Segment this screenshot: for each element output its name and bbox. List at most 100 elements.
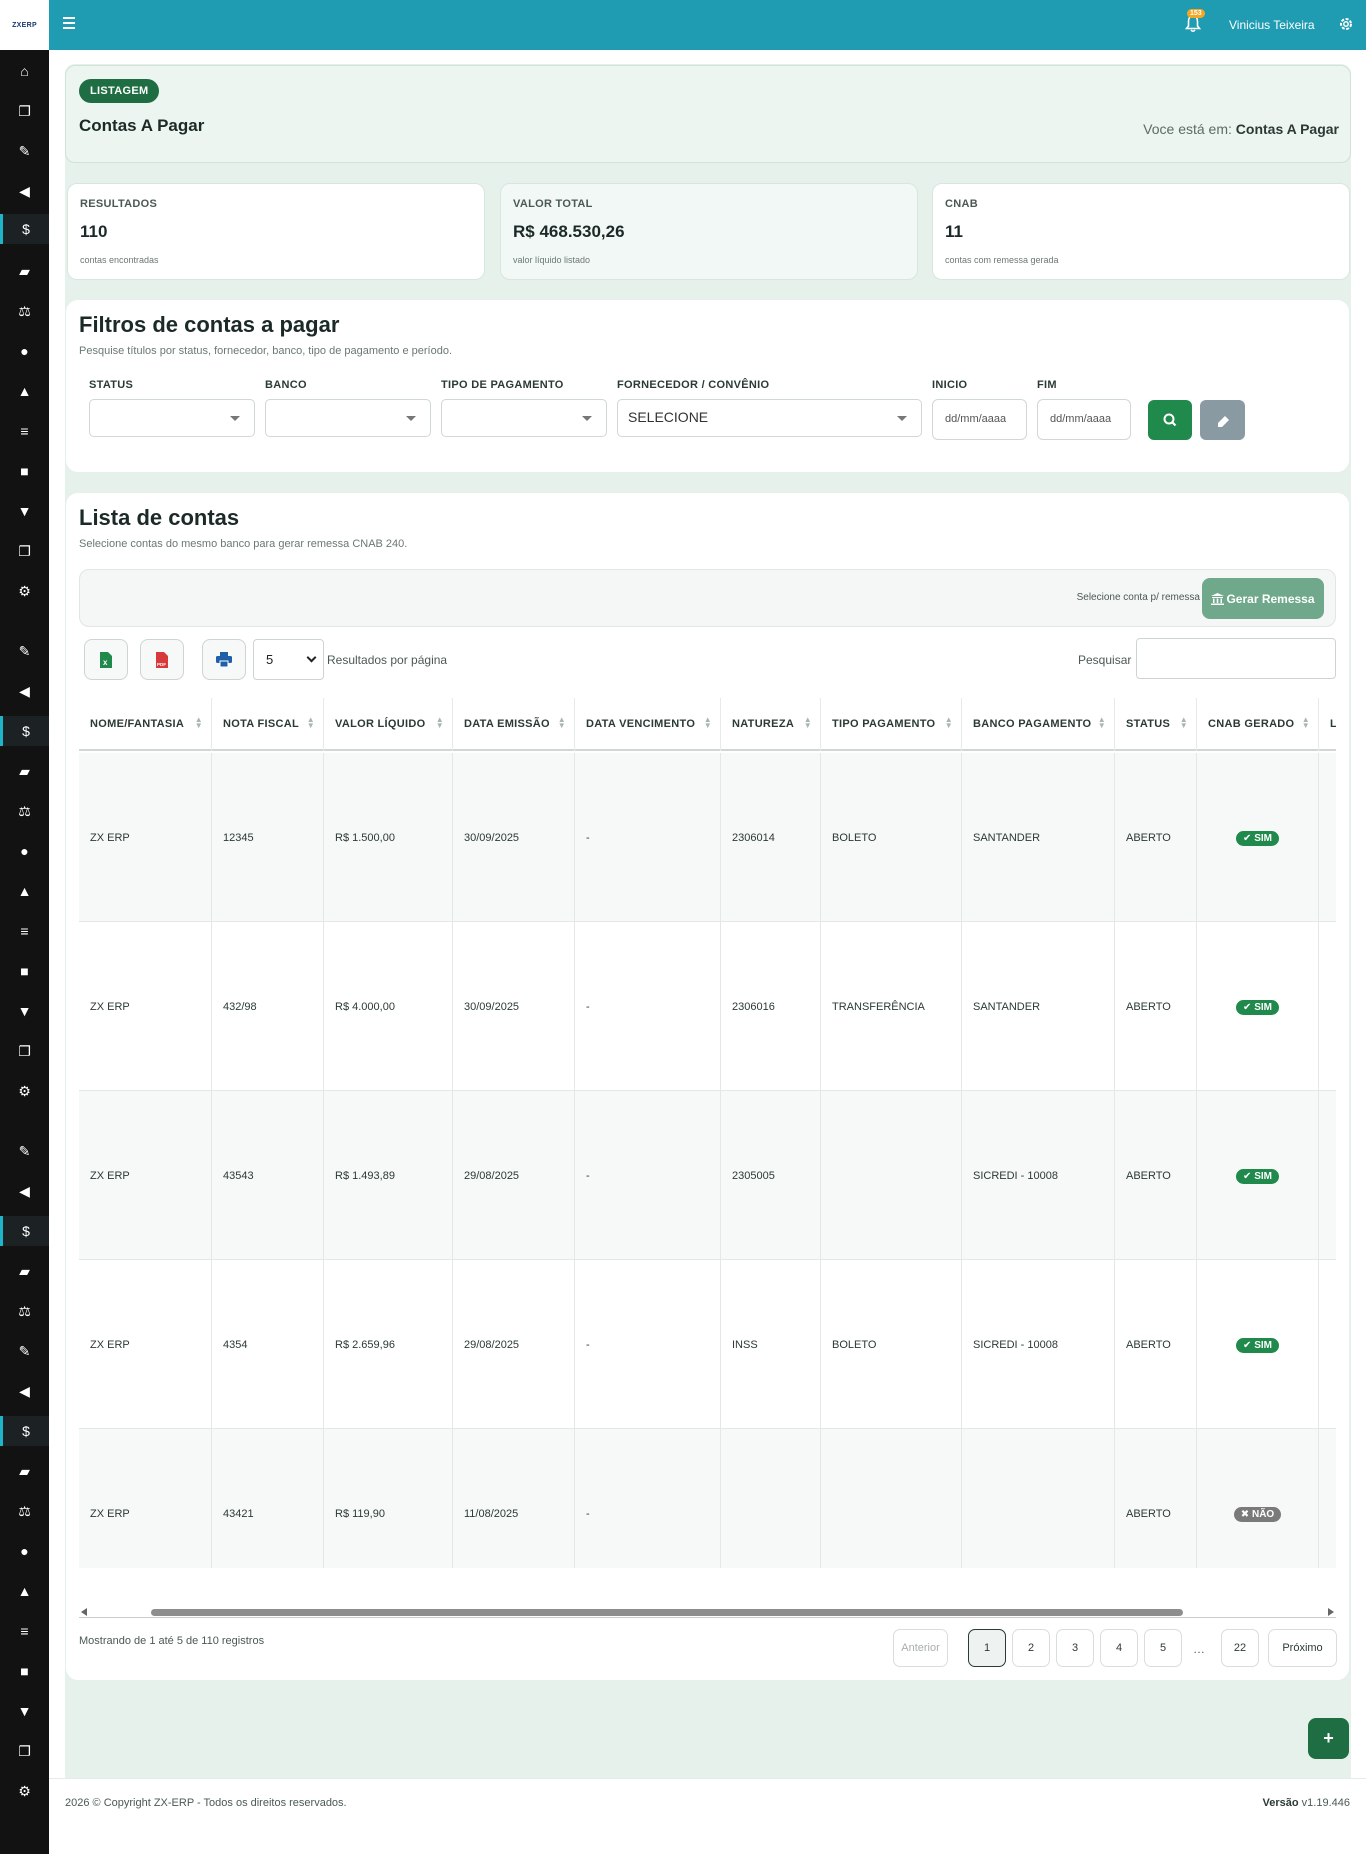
globe-icon[interactable]: ● xyxy=(0,836,49,866)
files-icon[interactable]: ❐ xyxy=(0,1736,49,1766)
scroll-thumb[interactable] xyxy=(151,1609,1183,1616)
sort-icon[interactable]: ▲ ▼ xyxy=(195,716,203,730)
column-header[interactable]: CNAB GERADO ▲ ▼ xyxy=(1197,698,1319,751)
column-header[interactable]: NATUREZA ▲ ▼ xyxy=(721,698,821,751)
search-button[interactable] xyxy=(1148,400,1192,440)
pagination-page-3[interactable]: 3 xyxy=(1056,1629,1094,1667)
sort-icon[interactable]: ▲ ▼ xyxy=(945,716,953,730)
gear-icon[interactable] xyxy=(1338,16,1354,32)
dollar-icon[interactable]: $ xyxy=(0,1416,49,1446)
lock-icon[interactable]: ■ xyxy=(0,456,49,486)
column-header[interactable]: TIPO PAGAMENTO ▲ ▼ xyxy=(821,698,962,751)
list-icon[interactable]: ≡ xyxy=(0,1616,49,1646)
scale-icon[interactable]: ⚖ xyxy=(0,296,49,326)
column-header[interactable]: DATA VENCIMENTO ▲ ▼ xyxy=(575,698,721,751)
sort-icon[interactable]: ▲ ▼ xyxy=(704,716,712,730)
globe-icon[interactable]: ● xyxy=(0,1536,49,1566)
column-header[interactable]: NOME/FANTASIA ▲ ▼ xyxy=(79,698,212,751)
print-button[interactable] xyxy=(202,639,246,680)
pagination-page-last[interactable]: 22 xyxy=(1221,1629,1259,1667)
gear-icon[interactable]: ⚙ xyxy=(0,576,49,606)
inicio-date-input[interactable]: dd/mm/aaaa xyxy=(932,399,1027,440)
column-header[interactable]: DATA EMISSÃO ▲ ▼ xyxy=(453,698,575,751)
pagination-page-5[interactable]: 5 xyxy=(1144,1629,1182,1667)
tipo-pagamento-select[interactable] xyxy=(441,399,607,437)
graduation-icon[interactable]: ▼ xyxy=(0,1696,49,1726)
table-row[interactable]: ZX ERP 432/98 R$ 4.000,00 30/09/2025-230601… xyxy=(79,922,1336,1091)
sort-icon[interactable]: ▲ ▼ xyxy=(558,716,566,730)
pagination-page-2[interactable]: 2 xyxy=(1012,1629,1050,1667)
table-row[interactable]: ZX ERP 43543 R$ 1.493,89 29/08/2025-2305005… xyxy=(79,1091,1336,1260)
user-name[interactable]: Vinicius Teixeira xyxy=(1229,18,1315,32)
files-icon[interactable]: ❐ xyxy=(0,1036,49,1066)
add-button[interactable]: + xyxy=(1308,1718,1349,1759)
dollar-icon[interactable]: $ xyxy=(0,1216,49,1246)
scroll-left-icon[interactable] xyxy=(81,1608,87,1616)
list-icon[interactable]: ≡ xyxy=(0,416,49,446)
sort-icon[interactable]: ▲ ▼ xyxy=(1302,716,1310,730)
home-icon[interactable]: ⌂ xyxy=(0,56,49,86)
column-header[interactable]: L xyxy=(1319,698,1336,751)
menu-toggle-icon[interactable] xyxy=(63,14,85,34)
column-header[interactable]: NOTA FISCAL ▲ ▼ xyxy=(212,698,324,751)
warning-icon[interactable]: ▲ xyxy=(0,876,49,906)
megaphone-icon[interactable]: ◀ xyxy=(0,1176,49,1206)
clear-filters-button[interactable] xyxy=(1200,400,1245,440)
pagination-page-1[interactable]: 1 xyxy=(968,1629,1006,1667)
breadcrumb-current[interactable]: Contas A Pagar xyxy=(1236,121,1339,137)
column-header[interactable]: BANCO PAGAMENTO ▲ ▼ xyxy=(962,698,1115,751)
column-header[interactable]: VALOR LÍQUIDO ▲ ▼ xyxy=(324,698,453,751)
warning-icon[interactable]: ▲ xyxy=(0,1576,49,1606)
export-excel-button[interactable]: x xyxy=(84,639,128,680)
gear-icon[interactable]: ⚙ xyxy=(0,1776,49,1806)
warning-icon[interactable]: ▲ xyxy=(0,376,49,406)
gerar-remessa-button[interactable]: Gerar Remessa xyxy=(1202,578,1324,619)
dollar-icon[interactable]: $ xyxy=(0,214,49,244)
sort-icon[interactable]: ▲ ▼ xyxy=(804,716,812,730)
graduation-icon[interactable]: ▼ xyxy=(0,996,49,1026)
lock-icon[interactable]: ■ xyxy=(0,1656,49,1686)
sort-icon[interactable]: ▲ ▼ xyxy=(307,716,315,730)
globe-icon[interactable]: ● xyxy=(0,336,49,366)
status-select[interactable] xyxy=(89,399,255,437)
table-row[interactable]: ZX ERP 43421 R$ 119,90 11/08/2025- ABERTO ✖ N… xyxy=(79,1429,1336,1568)
edit-icon[interactable]: ✎ xyxy=(0,1336,49,1366)
files-icon[interactable]: ❐ xyxy=(0,96,49,126)
megaphone-icon[interactable]: ◀ xyxy=(0,176,49,206)
book-icon[interactable]: ▰ xyxy=(0,756,49,786)
pagination-prev[interactable]: Anterior xyxy=(893,1629,948,1667)
horizontal-scrollbar[interactable] xyxy=(79,1606,1336,1618)
list-icon[interactable]: ≡ xyxy=(0,916,49,946)
megaphone-icon[interactable]: ◀ xyxy=(0,676,49,706)
fim-date-input[interactable]: dd/mm/aaaa xyxy=(1037,399,1131,440)
column-header[interactable]: STATUS ▲ ▼ xyxy=(1115,698,1197,751)
search-input[interactable] xyxy=(1136,638,1336,679)
dollar-icon[interactable]: $ xyxy=(0,716,49,746)
edit-icon[interactable]: ✎ xyxy=(0,1136,49,1166)
scale-icon[interactable]: ⚖ xyxy=(0,1496,49,1526)
book-icon[interactable]: ▰ xyxy=(0,256,49,286)
sort-icon[interactable]: ▲ ▼ xyxy=(1098,716,1106,730)
sort-icon[interactable]: ▲ ▼ xyxy=(1180,716,1188,730)
lock-icon[interactable]: ■ xyxy=(0,956,49,986)
edit-icon[interactable]: ✎ xyxy=(0,636,49,666)
files-icon[interactable]: ❐ xyxy=(0,536,49,566)
table-row[interactable]: ZX ERP 12345 R$ 1.500,00 30/09/2025-2306014… xyxy=(79,753,1336,922)
gear-icon[interactable]: ⚙ xyxy=(0,1076,49,1106)
pagination-next[interactable]: Próximo xyxy=(1268,1629,1337,1667)
sort-icon[interactable]: ▲ ▼ xyxy=(436,716,444,730)
book-icon[interactable]: ▰ xyxy=(0,1256,49,1286)
scale-icon[interactable]: ⚖ xyxy=(0,796,49,826)
fornecedor-select[interactable]: SELECIONE xyxy=(617,399,922,437)
export-pdf-button[interactable]: PDF xyxy=(140,639,184,680)
pagination-page-4[interactable]: 4 xyxy=(1100,1629,1138,1667)
table-row[interactable]: ZX ERP 4354 R$ 2.659,96 29/08/2025- INSS BOLE… xyxy=(79,1260,1336,1429)
banco-select[interactable] xyxy=(265,399,431,437)
edit-icon[interactable]: ✎ xyxy=(0,136,49,166)
book-icon[interactable]: ▰ xyxy=(0,1456,49,1486)
scale-icon[interactable]: ⚖ xyxy=(0,1296,49,1326)
per-page-select[interactable]: 5 xyxy=(253,639,324,680)
app-logo[interactable]: ZXERP xyxy=(0,0,49,50)
scroll-right-icon[interactable] xyxy=(1328,1608,1334,1616)
megaphone-icon[interactable]: ◀ xyxy=(0,1376,49,1406)
